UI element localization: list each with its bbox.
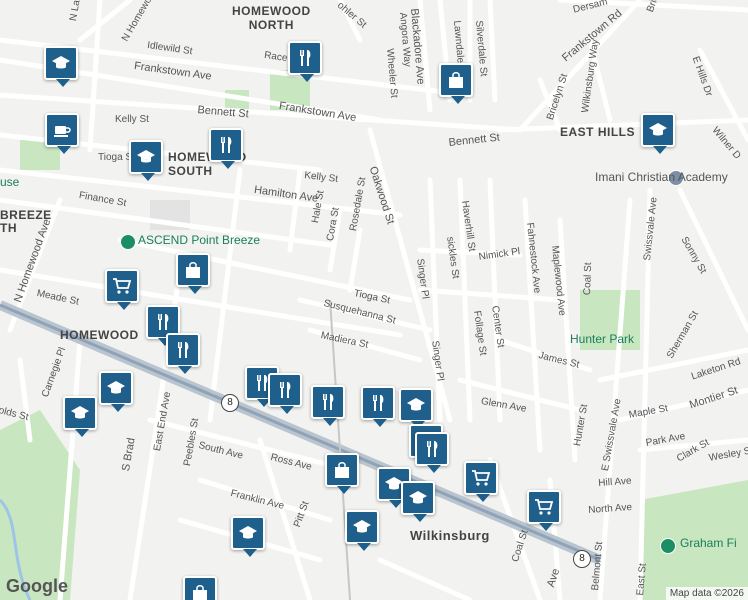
map-marker-shopping-bag[interactable]: [439, 63, 473, 104]
map-marker-school[interactable]: [399, 388, 433, 429]
map-marker-restaurant[interactable]: [288, 41, 322, 82]
google-logo[interactable]: Google: [6, 576, 68, 597]
street-kelly-1: Kelly St: [115, 114, 149, 125]
city-wilkinsburg: Wilkinsburg: [410, 528, 490, 543]
map-marker-school[interactable]: [231, 516, 265, 557]
street-coal-1: Coal St: [582, 262, 595, 296]
poi-dot-ascend[interactable]: [120, 234, 136, 250]
map-data-attribution[interactable]: Map data ©2026: [665, 587, 748, 600]
map-marker-shopping-bag[interactable]: [176, 253, 210, 294]
map-canvas[interactable]: HOMEWOOD NORTH HOMEWOOD SOUTH EAST HILLS…: [0, 0, 748, 600]
route-8-shield-1: 8: [221, 394, 239, 412]
map-marker-restaurant[interactable]: [268, 373, 302, 414]
map-marker-school[interactable]: [641, 113, 675, 154]
poi-house-fragment: use: [0, 175, 20, 189]
map-marker-cart[interactable]: [527, 490, 561, 531]
map-marker-cafe[interactable]: [45, 113, 79, 154]
map-marker-school[interactable]: [401, 481, 435, 522]
street-hill: Hill Ave: [598, 475, 632, 489]
map-marker-school[interactable]: [63, 396, 97, 437]
map-marker-school[interactable]: [129, 140, 163, 181]
map-marker-cart[interactable]: [464, 461, 498, 502]
poi-hunter-park[interactable]: Hunter Park: [570, 332, 634, 346]
map-marker-cart[interactable]: [105, 269, 139, 310]
area-homewood: HOMEWOOD: [60, 328, 139, 342]
map-marker-shopping-bag[interactable]: [183, 576, 217, 600]
map-marker-school[interactable]: [44, 46, 78, 87]
map-marker-restaurant[interactable]: [311, 385, 345, 426]
map-marker-school[interactable]: [345, 510, 379, 551]
map-marker-restaurant[interactable]: [415, 432, 449, 473]
poi-ascend-point-breeze[interactable]: ASCEND Point Breeze: [138, 233, 260, 247]
area-homewood-north: HOMEWOOD NORTH: [232, 4, 311, 32]
map-marker-shopping-bag[interactable]: [325, 453, 359, 494]
area-breeze-2: TH: [0, 221, 17, 235]
route-8-shield-2: 8: [573, 550, 591, 568]
map-marker-restaurant[interactable]: [166, 333, 200, 374]
poi-imani-christian-academy[interactable]: Imani Christian Academy: [595, 170, 728, 184]
map-marker-restaurant[interactable]: [209, 128, 243, 169]
poi-dot-graham[interactable]: [660, 538, 676, 554]
map-marker-school[interactable]: [99, 371, 133, 412]
poi-graham-field[interactable]: Graham Fi: [680, 536, 737, 550]
map-marker-restaurant[interactable]: [361, 386, 395, 427]
area-east-hills: EAST HILLS: [560, 125, 636, 139]
